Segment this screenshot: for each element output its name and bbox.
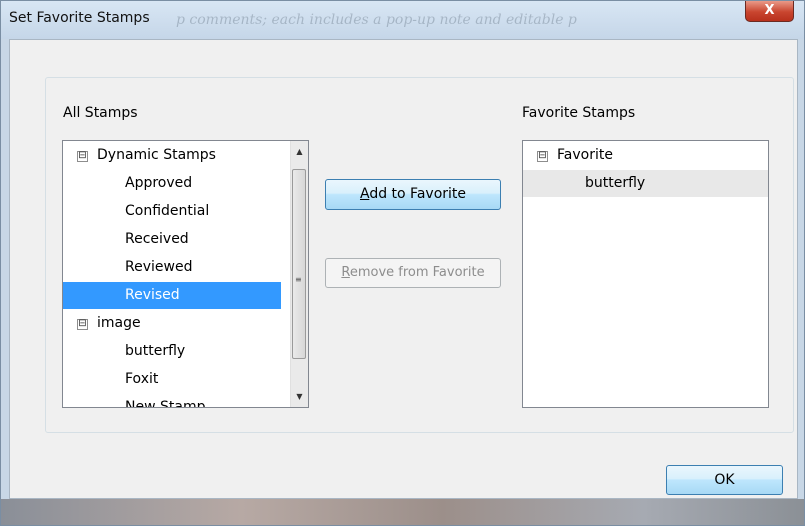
title-bar[interactable]: Set Favorite Stamps p comments; each inc… [1,1,804,39]
add-to-favorite-button[interactable]: Add to Favorite [325,179,501,210]
tree-item-favorite-butterfly[interactable]: butterfly [523,170,768,197]
close-icon: X [764,3,775,18]
remove-from-favorite-button[interactable]: Remove from Favorite [325,258,501,288]
vertical-scrollbar[interactable]: ▲ ≡ ▼ [290,141,308,407]
close-button[interactable]: X [745,1,794,22]
mnemonic-letter: R [341,265,350,280]
tree-item-label: New Stamp [125,399,206,408]
tree-item-label: Received [125,231,189,247]
tree-item-label: Confidential [125,203,210,219]
all-stamps-label: All Stamps [63,105,138,121]
tree-item-label: butterfly [585,175,646,191]
button-label: emove from Favorite [349,265,485,280]
tree-item-label: Foxit [125,371,159,387]
tree-group-label: Favorite [557,147,613,163]
collapse-icon[interactable]: ⊟ [537,151,548,162]
set-favorite-stamps-dialog: Set Favorite Stamps p comments; each inc… [0,0,805,526]
grip-icon: ≡ [295,275,302,284]
dialog-client-area: All Stamps ⊟ Dynamic Stamps Approved Con… [9,39,798,499]
ok-button[interactable]: OK [666,465,783,495]
background-strip [1,499,804,525]
tree-item-foxit[interactable]: Foxit [63,366,291,393]
tree-item-approved[interactable]: Approved [63,170,291,197]
scroll-thumb[interactable]: ≡ [292,169,306,359]
tree-group-label: image [97,315,141,331]
background-document-text: p comments; each includes a pop-up note … [176,12,577,28]
all-stamps-tree[interactable]: ⊟ Dynamic Stamps Approved Confidential R… [62,140,309,408]
tree-group-image[interactable]: ⊟ image [63,310,291,337]
tree-item-revised[interactable]: Revised [63,282,281,309]
collapse-icon[interactable]: ⊟ [77,151,88,162]
scroll-down-icon[interactable]: ▼ [291,388,308,405]
collapse-icon[interactable]: ⊟ [77,319,88,330]
tree-item-butterfly[interactable]: butterfly [63,338,291,365]
stamps-group-box: All Stamps ⊟ Dynamic Stamps Approved Con… [45,77,794,433]
tree-item-confidential[interactable]: Confidential [63,198,291,225]
tree-group-label: Dynamic Stamps [97,147,216,163]
mnemonic-letter: A [359,186,370,202]
tree-group-dynamic-stamps[interactable]: ⊟ Dynamic Stamps [63,142,291,169]
tree-item-received[interactable]: Received [63,226,291,253]
tree-group-favorite[interactable]: ⊟ Favorite [523,142,768,169]
tree-item-label: Approved [125,175,193,191]
tree-item-reviewed[interactable]: Reviewed [63,254,291,281]
tree-item-label: butterfly [125,343,186,359]
tree-item-new-stamp[interactable]: New Stamp [63,394,291,408]
tree-item-label: Revised [125,287,180,303]
button-label: dd to Favorite [369,186,467,202]
favorite-stamps-label: Favorite Stamps [522,105,636,121]
window-title: Set Favorite Stamps [9,10,150,26]
scroll-up-icon[interactable]: ▲ [291,143,308,160]
tree-item-label: Reviewed [125,259,193,275]
favorite-stamps-tree[interactable]: ⊟ Favorite butterfly [522,140,769,408]
